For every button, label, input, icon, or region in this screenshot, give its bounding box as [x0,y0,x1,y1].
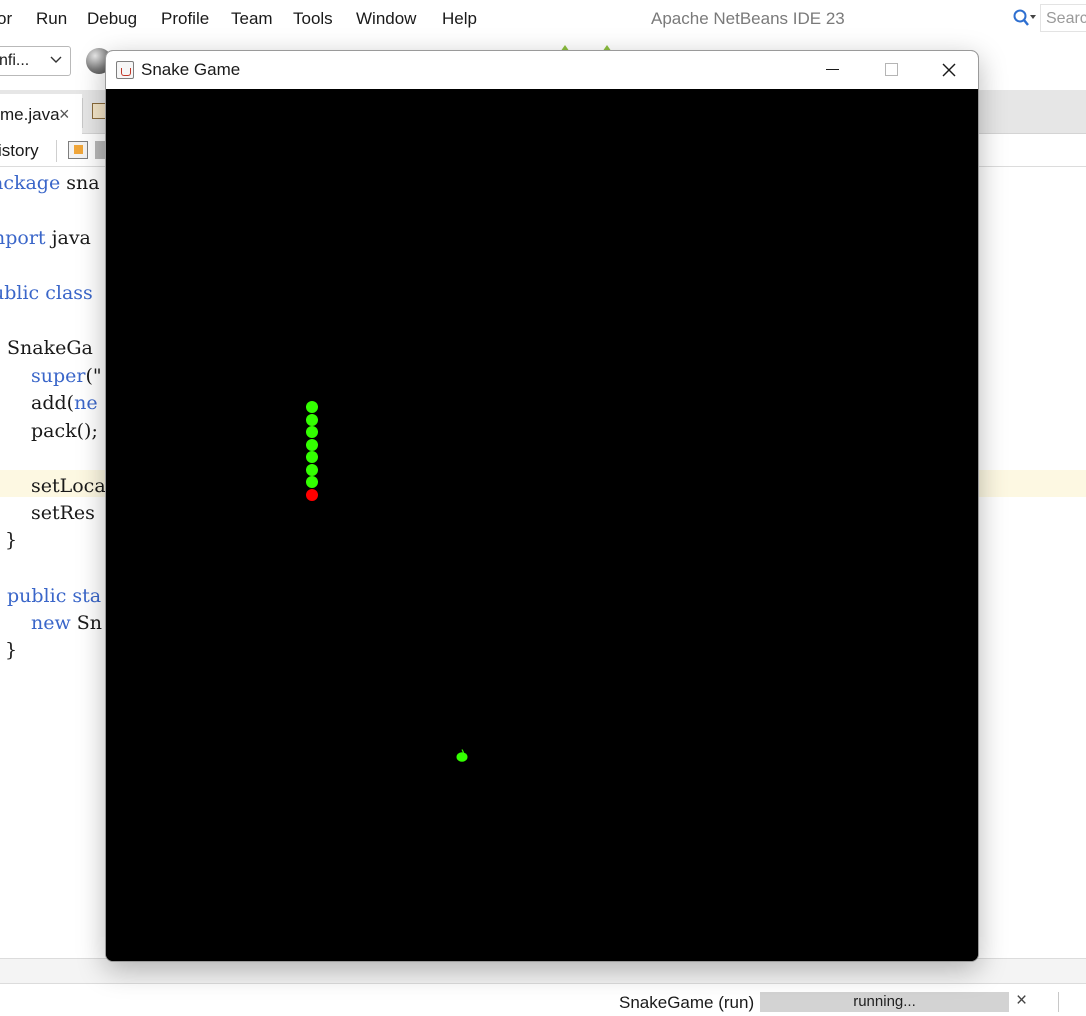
menu-run[interactable]: Run [36,9,67,29]
configuration-combo[interactable]: nfi... [0,46,71,76]
code-line: SnakeGa [7,337,93,359]
code-line: ublic class [0,282,93,304]
tab-divider [82,98,83,128]
code-line: ackage sna [0,172,100,194]
window-title: Snake Game [141,60,241,79]
status-divider [1058,992,1059,1012]
menu-tools[interactable]: Tools [293,9,333,29]
menu-bar: or Run Debug Profile Team Tools Window H… [0,0,1086,38]
cancel-task-icon[interactable]: × [1016,990,1027,1012]
back-history-icon[interactable] [68,141,88,159]
game-board[interactable] [106,89,978,961]
code-line: new Sn [31,612,103,634]
maximize-button[interactable] [861,51,919,89]
window-title-bar[interactable]: Snake Game [106,51,978,89]
toolbar-divider [56,140,57,162]
java-cup-icon [116,61,134,79]
history-tab[interactable]: istory [0,141,39,161]
code-line: pack(); [31,420,98,442]
apple-icon [456,749,468,762]
snake-segment [306,476,318,488]
menu-profile[interactable]: Profile [161,9,209,29]
menu-help[interactable]: Help [442,9,477,29]
snake-segment [306,413,318,426]
code-line: add(ne [31,392,98,414]
running-task-label: SnakeGame (run) [619,993,755,1012]
progress-bar: running... [760,992,1009,1012]
editor-tab-label: me.java [0,105,60,124]
close-button[interactable] [920,51,978,89]
code-line: } [5,529,18,551]
snake-segment [306,438,318,451]
search-placeholder: Searc [1046,10,1086,27]
search-input[interactable]: Searc [1040,4,1086,32]
minimize-button[interactable] [803,51,861,89]
code-line: nport java [0,227,91,249]
menu-debug[interactable]: Debug [87,9,137,29]
progress-text: running... [853,993,916,1010]
ide-title: Apache NetBeans IDE 23 [651,9,845,28]
menu-editor[interactable]: or [0,9,12,29]
code-line: setLoca [31,475,106,497]
search-icon[interactable] [1012,8,1036,28]
status-bar: SnakeGame (run) running... × [0,984,1086,1016]
snake-segment [306,401,318,413]
snake-game-window[interactable]: Snake Game [105,50,979,962]
close-icon [942,63,956,77]
menu-team[interactable]: Team [231,9,273,29]
chevron-down-icon [50,56,62,63]
code-line: super(" [31,365,102,387]
code-line: public sta [7,585,102,607]
code-line: } [5,639,18,661]
editor-tab[interactable]: me.java × [0,94,82,134]
menu-window[interactable]: Window [356,9,416,29]
code-line: setRes [31,502,95,524]
close-icon[interactable]: × [59,104,70,125]
snake-segment [306,463,318,476]
snake-head [306,488,318,501]
configuration-value: nfi... [0,52,30,69]
snake-segment [306,426,318,438]
snake-segment [306,451,318,463]
